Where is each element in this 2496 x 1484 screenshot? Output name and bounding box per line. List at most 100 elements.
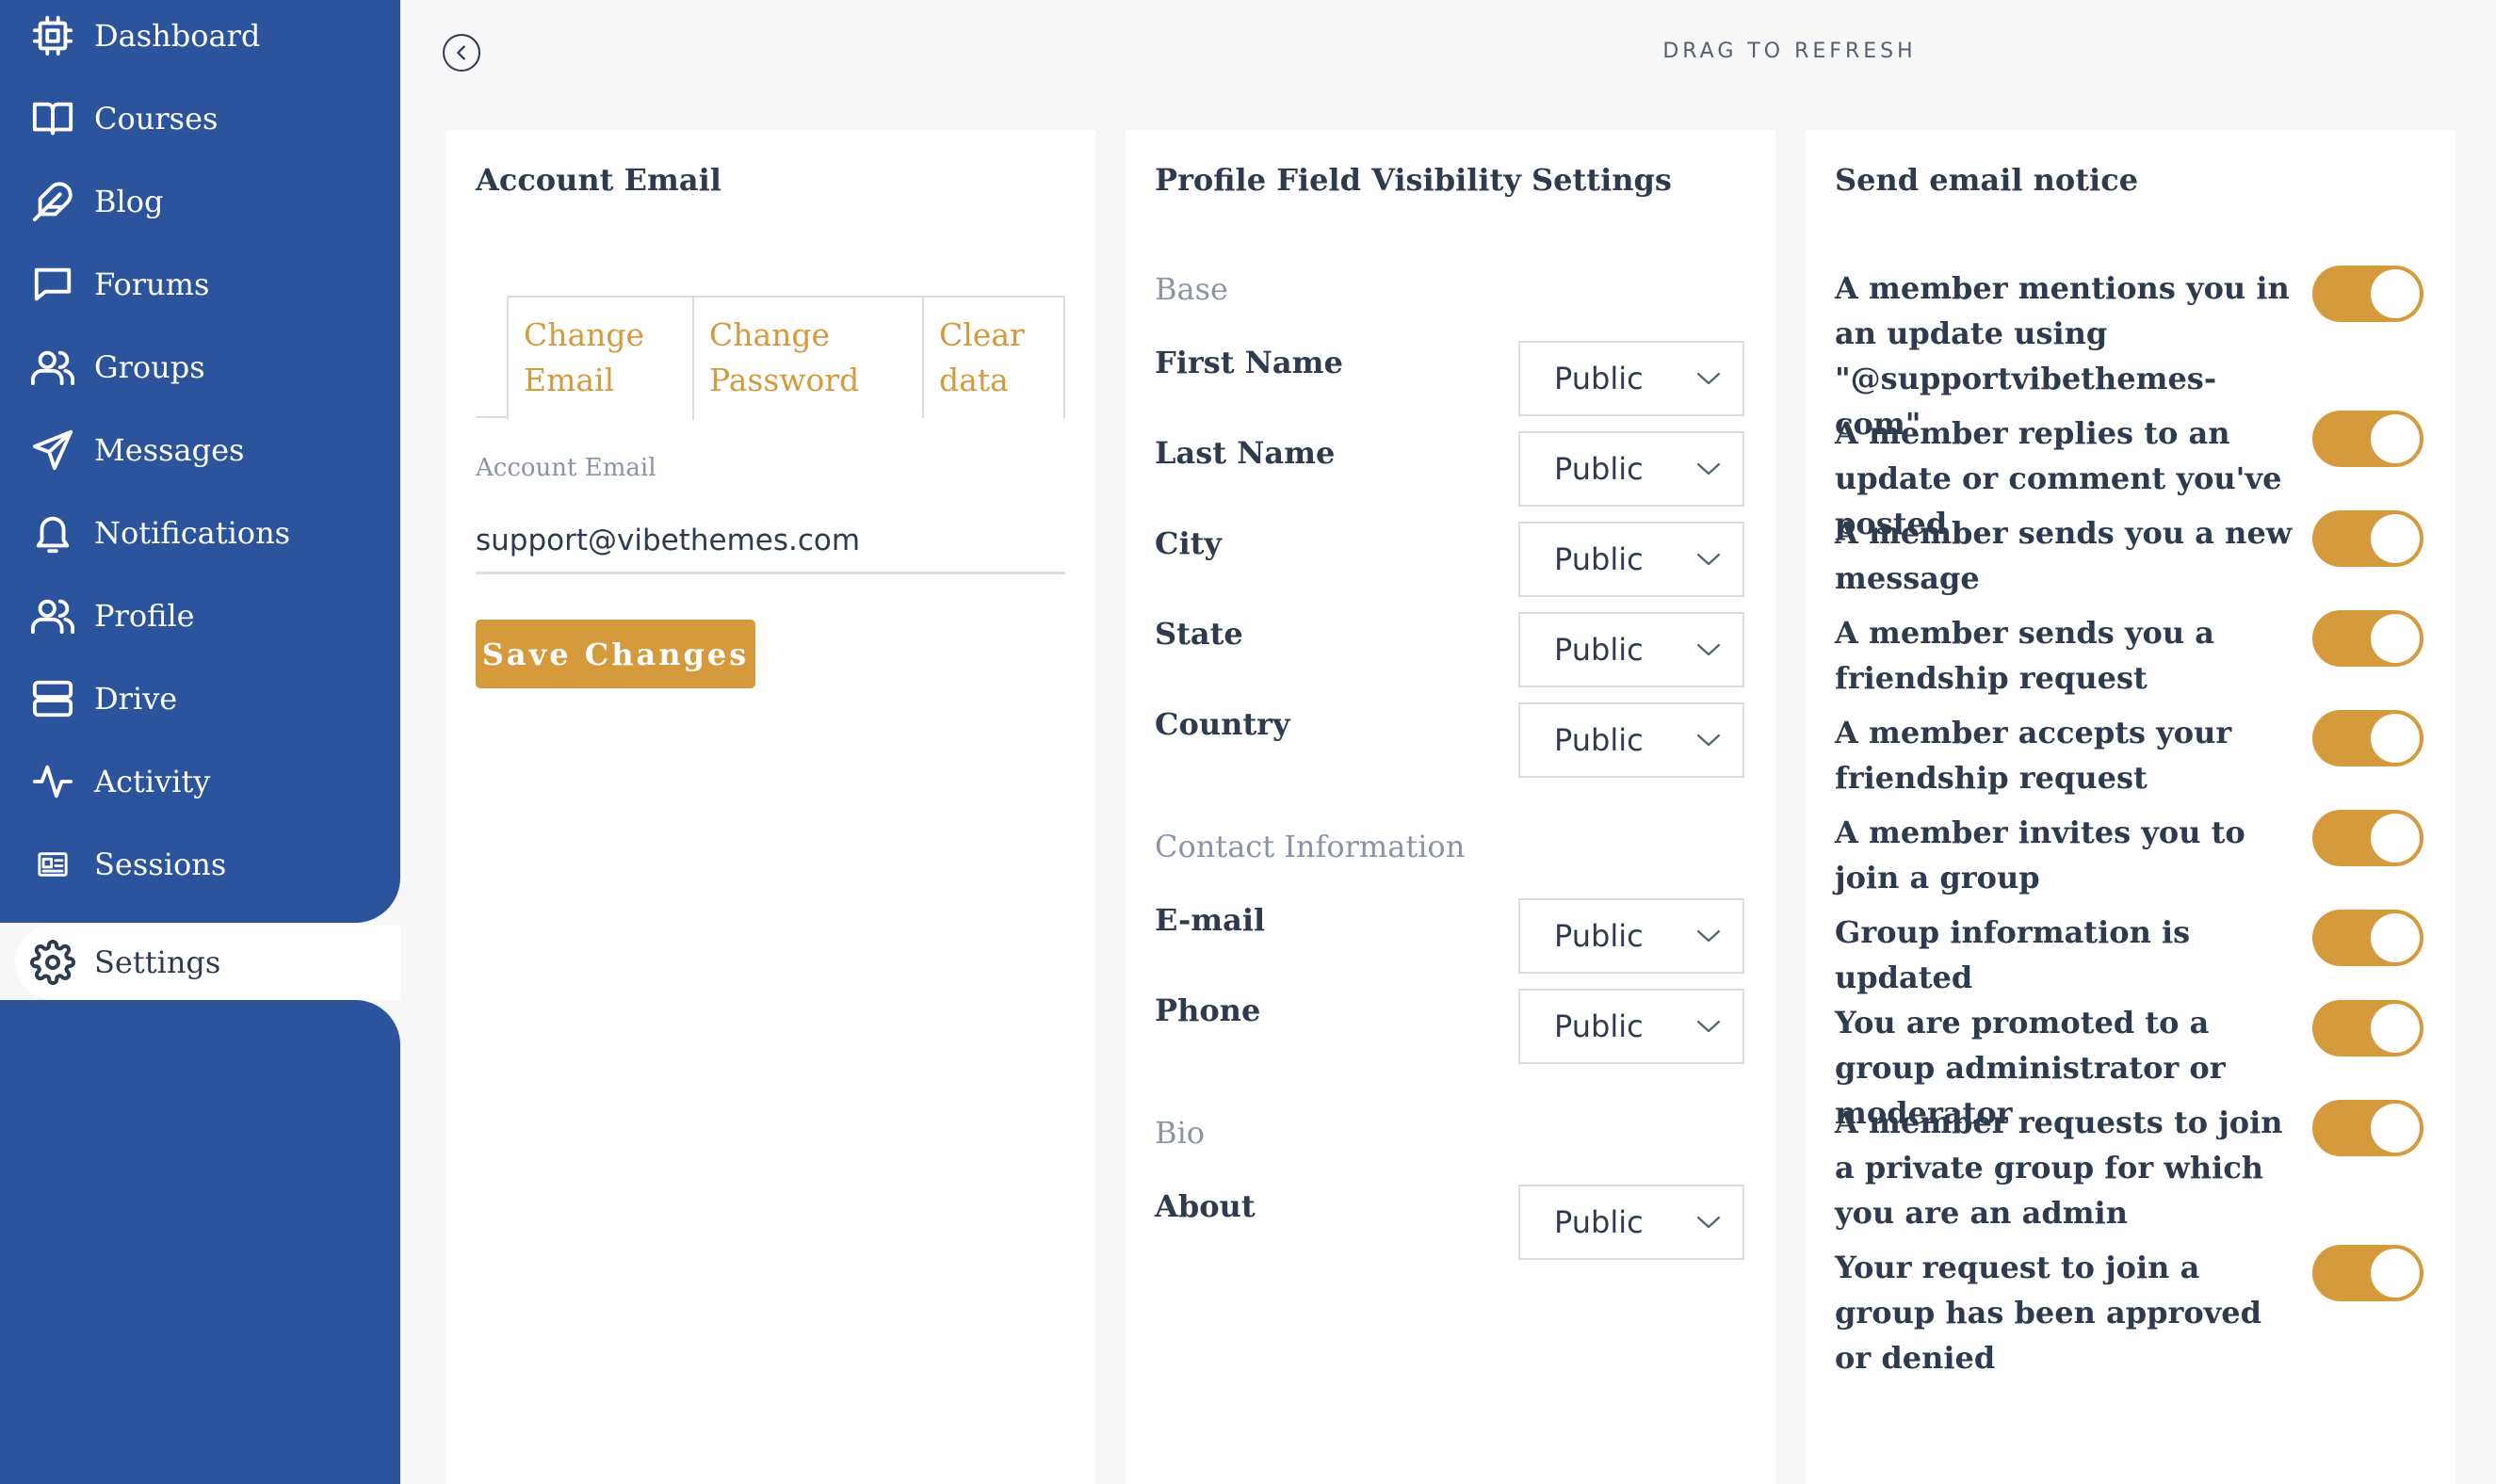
toggle-new-message[interactable] bbox=[2312, 510, 2423, 567]
select-value: Public bbox=[1554, 541, 1644, 577]
users-icon bbox=[28, 343, 77, 392]
account-email-title: Account Email bbox=[476, 162, 721, 198]
chip-icon bbox=[28, 11, 77, 60]
notice-text: Group information is updated bbox=[1835, 914, 2191, 995]
sidebar-item-courses[interactable]: Courses bbox=[0, 81, 400, 156]
toggle-group-invite[interactable] bbox=[2312, 810, 2423, 866]
tab-change-password[interactable]: Change Password bbox=[692, 296, 924, 418]
toggle-knob bbox=[2371, 614, 2420, 663]
field-label-phone: Phone bbox=[1155, 992, 1261, 1028]
activity-icon bbox=[28, 757, 77, 806]
visibility-select-first-name[interactable]: Public bbox=[1518, 341, 1744, 416]
tab-label-line1: Change bbox=[524, 316, 645, 353]
select-value: Public bbox=[1554, 918, 1644, 954]
toggle-promoted[interactable] bbox=[2312, 1000, 2423, 1057]
sidebar-item-blog[interactable]: Blog bbox=[0, 164, 400, 239]
chevron-down-icon bbox=[1695, 731, 1722, 750]
toggle-knob bbox=[2371, 414, 2420, 463]
sidebar-item-label: Activity bbox=[94, 764, 211, 799]
sidebar-item-profile[interactable]: Profile bbox=[0, 578, 400, 653]
toggle-knob bbox=[2371, 269, 2420, 318]
sidebar-item-label: Drive bbox=[94, 681, 178, 717]
sidebar-item-notifications[interactable]: Notifications bbox=[0, 495, 400, 571]
sidebar-item-groups[interactable]: Groups bbox=[0, 330, 400, 405]
sidebar-item-dashboard[interactable]: Dashboard bbox=[0, 0, 400, 73]
field-label-city: City bbox=[1155, 525, 1222, 561]
field-label-email: E-mail bbox=[1155, 902, 1266, 938]
field-label-about: About bbox=[1155, 1188, 1256, 1224]
chevron-down-icon bbox=[1695, 460, 1722, 478]
toggle-replies[interactable] bbox=[2312, 411, 2423, 467]
toggle-knob bbox=[2371, 514, 2420, 563]
notice-text: A member sends you a new message bbox=[1835, 515, 2293, 596]
bell-icon bbox=[28, 508, 77, 557]
tab-divider bbox=[476, 416, 507, 418]
toggle-knob bbox=[2371, 1249, 2420, 1298]
visibility-card bbox=[1126, 130, 1775, 1484]
tab-label-line1: Change bbox=[709, 316, 831, 353]
select-value: Public bbox=[1554, 451, 1644, 487]
tab-label-line2: Password bbox=[709, 362, 860, 398]
chat-icon bbox=[28, 260, 77, 309]
id-card-icon bbox=[28, 840, 77, 889]
notice-text: A member sends you a friendship request bbox=[1835, 615, 2215, 696]
sidebar-bottom-panel bbox=[0, 1000, 400, 1484]
sidebar-item-label: Profile bbox=[94, 598, 195, 634]
sidebar-item-drive[interactable]: Drive bbox=[0, 661, 400, 736]
visibility-select-email[interactable]: Public bbox=[1518, 898, 1744, 974]
toggle-mentions[interactable] bbox=[2312, 266, 2423, 322]
toggle-group-updated[interactable] bbox=[2312, 910, 2423, 966]
sidebar-item-label: Settings bbox=[94, 944, 221, 980]
select-value: Public bbox=[1554, 361, 1644, 396]
field-label-state: State bbox=[1155, 616, 1243, 652]
visibility-title: Profile Field Visibility Settings bbox=[1155, 162, 1672, 198]
visibility-select-state[interactable]: Public bbox=[1518, 612, 1744, 687]
toggle-friendship-request[interactable] bbox=[2312, 610, 2423, 667]
notice-text: A member requests to join a private grou… bbox=[1835, 1105, 2283, 1231]
account-email-label: Account Email bbox=[476, 454, 656, 482]
chevron-left-icon bbox=[457, 45, 465, 60]
sidebar-item-label: Messages bbox=[94, 432, 245, 468]
sidebar-item-settings[interactable]: Settings bbox=[15, 925, 400, 1000]
chevron-down-icon bbox=[1695, 1017, 1722, 1036]
back-button[interactable] bbox=[443, 34, 480, 72]
section-label-bio: Bio bbox=[1155, 1115, 1206, 1151]
tab-label-line1: Clear bbox=[939, 316, 1025, 353]
toggle-knob bbox=[2371, 814, 2420, 863]
select-value: Public bbox=[1554, 1008, 1644, 1044]
visibility-select-phone[interactable]: Public bbox=[1518, 989, 1744, 1064]
book-icon bbox=[28, 94, 77, 143]
users-icon bbox=[28, 591, 77, 640]
email-field[interactable] bbox=[476, 508, 1065, 574]
toggle-friendship-accepted[interactable] bbox=[2312, 710, 2423, 766]
notice-text: A member accepts your friendship request bbox=[1835, 715, 2232, 796]
field-label-last-name: Last Name bbox=[1155, 435, 1336, 471]
drag-to-refresh-label: DRAG TO REFRESH bbox=[1662, 40, 1917, 63]
field-label-country: Country bbox=[1155, 706, 1290, 742]
save-changes-button[interactable]: Save Changes bbox=[476, 620, 755, 688]
notice-text: Your request to join a group has been ap… bbox=[1835, 1250, 2262, 1376]
sidebar-item-forums[interactable]: Forums bbox=[0, 247, 400, 322]
section-label-base: Base bbox=[1155, 271, 1228, 307]
server-icon bbox=[28, 674, 77, 723]
sidebar-item-messages[interactable]: Messages bbox=[0, 412, 400, 488]
send-icon bbox=[28, 426, 77, 475]
select-value: Public bbox=[1554, 1204, 1644, 1240]
toggle-knob bbox=[2371, 913, 2420, 962]
sidebar-item-label: Notifications bbox=[94, 515, 291, 551]
sidebar-item-label: Blog bbox=[94, 184, 164, 219]
toggle-request-approved[interactable] bbox=[2312, 1245, 2423, 1301]
chevron-down-icon bbox=[1695, 550, 1722, 569]
sidebar-item-label: Courses bbox=[94, 101, 219, 137]
visibility-select-country[interactable]: Public bbox=[1518, 702, 1744, 778]
gear-icon bbox=[28, 938, 77, 987]
visibility-select-city[interactable]: Public bbox=[1518, 522, 1744, 597]
email-notice-title: Send email notice bbox=[1835, 162, 2139, 198]
sidebar-item-sessions[interactable]: Sessions bbox=[0, 827, 400, 902]
sidebar-item-activity[interactable]: Activity bbox=[0, 744, 400, 819]
visibility-select-last-name[interactable]: Public bbox=[1518, 431, 1744, 507]
visibility-select-about[interactable]: Public bbox=[1518, 1185, 1744, 1260]
toggle-join-request[interactable] bbox=[2312, 1100, 2423, 1156]
tab-change-email[interactable]: Change Email bbox=[507, 296, 694, 420]
tab-clear-data[interactable]: Clear data bbox=[922, 296, 1065, 418]
